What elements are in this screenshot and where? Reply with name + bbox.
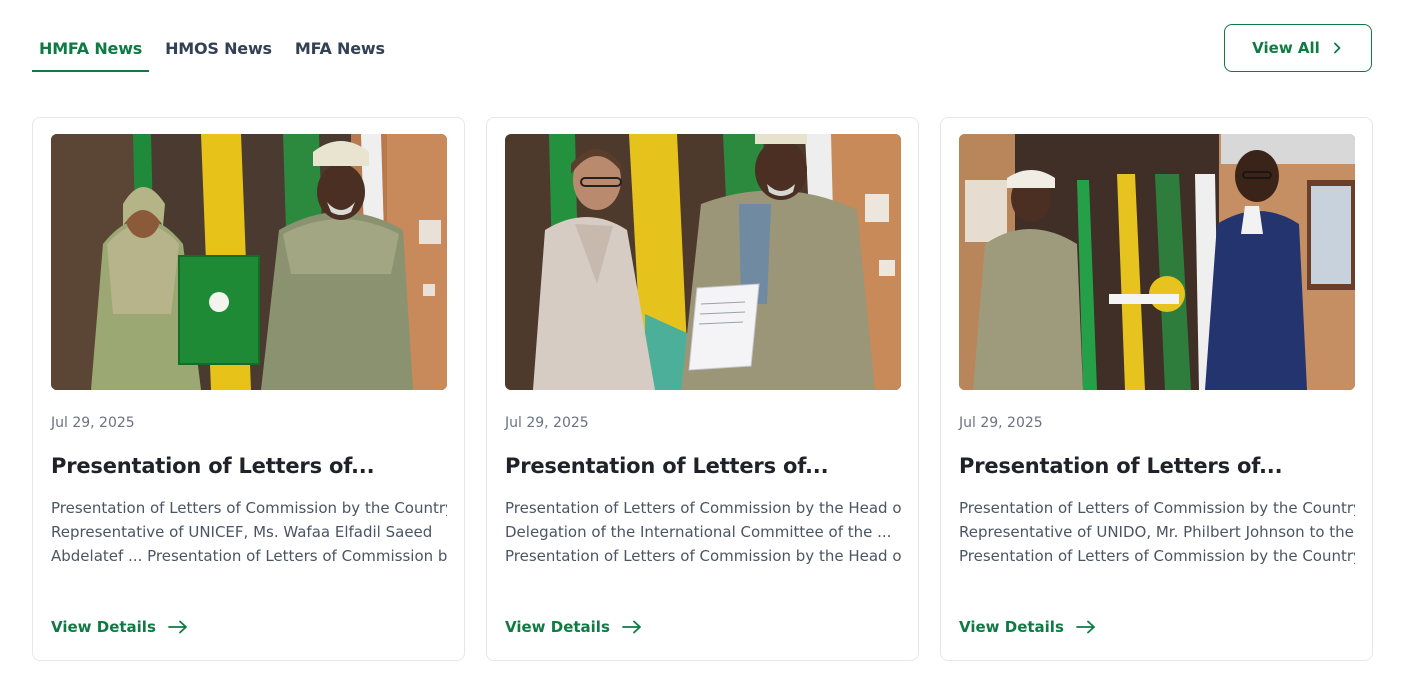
excerpt-line: Presentation of Letters of Commission by…	[959, 547, 1355, 565]
excerpt-line: Presentation of Letters of Commission by…	[959, 499, 1355, 517]
news-date: Jul 29, 2025	[959, 415, 1043, 431]
view-details-label: View Details	[959, 618, 1064, 636]
tab-mfa-news[interactable]: MFA News	[288, 30, 392, 72]
news-date: Jul 29, 2025	[51, 415, 135, 431]
news-excerpt: Presentation of Letters of Commission by…	[959, 496, 1355, 568]
view-all-label: View All	[1252, 39, 1320, 57]
view-details-link[interactable]: View Details	[505, 618, 642, 636]
news-title[interactable]: Presentation of Letters of...	[51, 454, 451, 478]
news-title[interactable]: Presentation of Letters of...	[505, 454, 905, 478]
excerpt-line: Delegation of the International Committe…	[505, 523, 892, 541]
excerpt-line: Representative of UNICEF, Ms. Wafaa Elfa…	[51, 523, 433, 541]
news-photo[interactable]	[51, 134, 447, 390]
view-all-button[interactable]: View All	[1224, 24, 1372, 72]
news-date: Jul 29, 2025	[505, 415, 589, 431]
tab-hmfa-news[interactable]: HMFA News	[32, 30, 150, 72]
news-excerpt: Presentation of Letters of Commission by…	[51, 496, 447, 568]
tab-hmos-news[interactable]: HMOS News	[158, 30, 279, 72]
news-tabs: HMFA News HMOS News MFA News	[32, 30, 401, 72]
arrow-right-icon	[167, 620, 187, 634]
view-details-label: View Details	[505, 618, 610, 636]
excerpt-line: Presentation of Letters of Commission by…	[505, 499, 901, 517]
news-card[interactable]: Jul 29, 2025 Presentation of Letters of.…	[486, 117, 919, 661]
view-details-link[interactable]: View Details	[959, 618, 1096, 636]
arrow-right-icon	[1075, 620, 1095, 634]
view-details-label: View Details	[51, 618, 156, 636]
news-excerpt: Presentation of Letters of Commission by…	[505, 496, 901, 568]
news-section: HMFA News HMOS News MFA News View All Ju…	[0, 0, 1421, 693]
news-card[interactable]: Jul 29, 2025 Presentation of Letters of.…	[940, 117, 1373, 661]
excerpt-line: Presentation of Letters of Commission by…	[505, 547, 901, 565]
arrow-right-icon	[621, 620, 641, 634]
excerpt-line: Abdelatef ... Presentation of Letters of…	[51, 547, 447, 565]
news-card-list: Jul 29, 2025 Presentation of Letters of.…	[32, 117, 1373, 661]
news-photo[interactable]	[505, 134, 901, 390]
news-title[interactable]: Presentation of Letters of...	[959, 454, 1359, 478]
news-photo[interactable]	[959, 134, 1355, 390]
view-details-link[interactable]: View Details	[51, 618, 188, 636]
chevron-right-icon	[1333, 42, 1341, 54]
excerpt-line: Representative of UNIDO, Mr. Philbert Jo…	[959, 523, 1355, 541]
news-card[interactable]: Jul 29, 2025 Presentation of Letters of.…	[32, 117, 465, 661]
excerpt-line: Presentation of Letters of Commission by…	[51, 499, 447, 517]
